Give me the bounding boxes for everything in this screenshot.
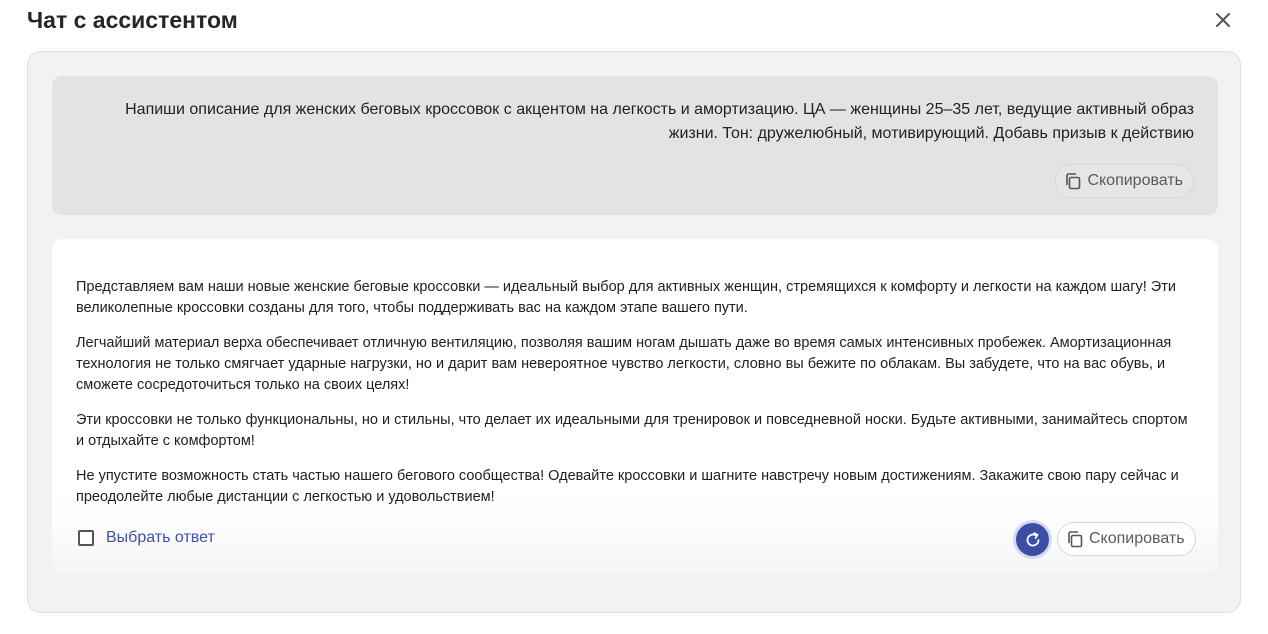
select-answer-checkbox[interactable] <box>78 530 94 546</box>
close-icon <box>1216 13 1230 27</box>
copy-button-label: Скопировать <box>1087 172 1183 189</box>
copy-icon <box>1066 530 1084 548</box>
answer-paragraph: Не упустите возможность стать частью наш… <box>76 468 1179 505</box>
close-button[interactable] <box>1207 4 1239 36</box>
copy-answer-button[interactable]: Скопировать <box>1057 522 1196 556</box>
chat-modal: Чат с ассистентом Напиши описание для же… <box>0 0 1268 634</box>
copy-icon <box>1064 172 1082 190</box>
copy-button-label: Скопировать <box>1089 530 1185 547</box>
select-answer-control[interactable]: Выбрать ответ <box>78 529 215 547</box>
refresh-icon <box>1026 531 1039 546</box>
user-message-text: Напиши описание для женских беговых крос… <box>125 101 1194 142</box>
answer-paragraph: Эти кроссовки не только функциональны, н… <box>76 412 1188 449</box>
copy-user-message-button[interactable]: Скопировать <box>1055 164 1194 198</box>
select-answer-label[interactable]: Выбрать ответ <box>106 529 215 547</box>
answer-paragraph: Легчайший материал верха обеспечивает от… <box>76 335 1172 393</box>
assistant-message-text: Представляем вам наши новые женские бего… <box>76 277 1194 508</box>
regenerate-button[interactable] <box>1016 523 1049 556</box>
assistant-message: Представляем вам наши новые женские бего… <box>52 239 1218 574</box>
answer-paragraph: Представляем вам наши новые женские бего… <box>76 279 1176 316</box>
user-message: Напиши описание для женских беговых крос… <box>52 76 1218 215</box>
modal-title: Чат с ассистентом <box>27 7 238 33</box>
chat-panel: Напиши описание для женских беговых крос… <box>27 51 1241 613</box>
